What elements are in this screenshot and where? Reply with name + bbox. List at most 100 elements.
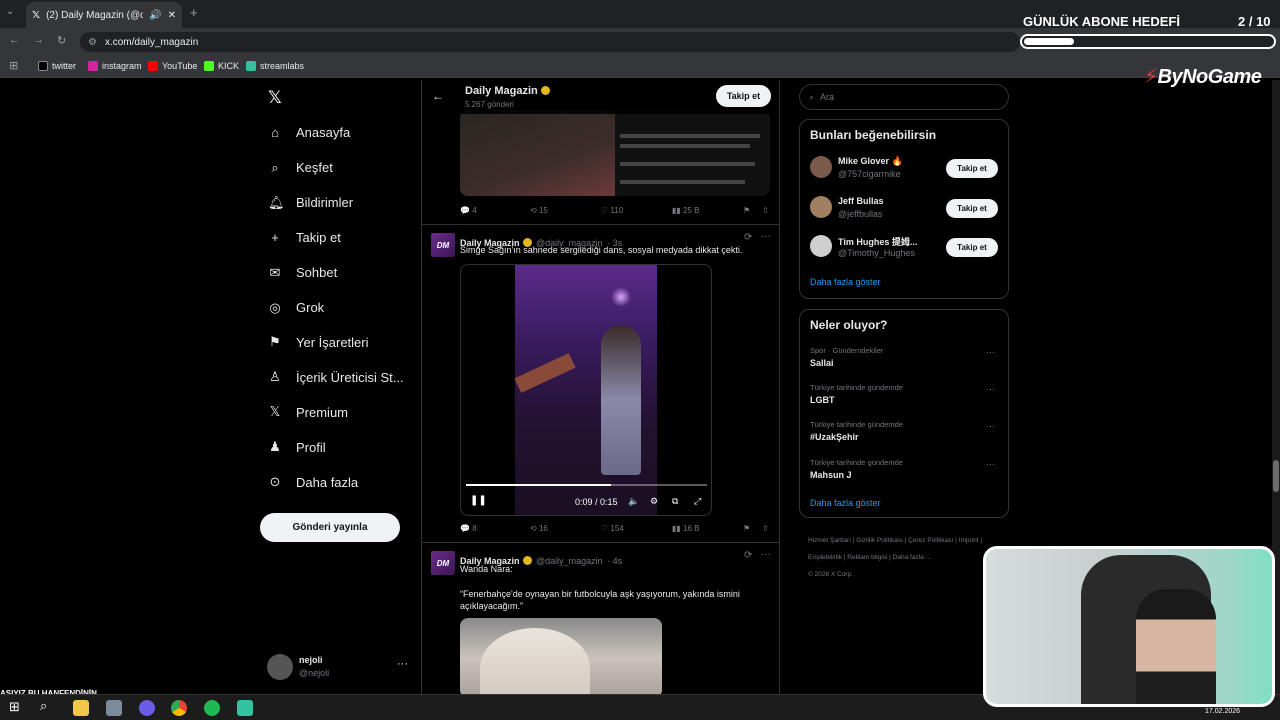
taskbar-search-icon[interactable]: ⌕ [40,698,47,714]
trend-more-icon[interactable]: ··· [986,384,995,394]
tweet3-more-icon[interactable]: ··· [761,549,771,560]
bookmark-streamlabs[interactable]: streamlabs [246,61,304,71]
nav-item-7[interactable]: ♙ İçerik Üreticisi St... [268,369,404,385]
tweet1-share-icon[interactable]: ⇧ [762,206,769,215]
pause-icon[interactable]: ❚❚ [470,495,487,506]
trend-more-icon[interactable]: ··· [986,421,995,431]
bookmark-kick[interactable]: KICK [204,61,239,71]
nav-item-3[interactable]: + Takip et [268,230,341,245]
footer-more[interactable]: Daha fazla ... [893,554,931,561]
bookmark-twitter[interactable]: twitter [38,61,76,71]
scrollbar-thumb[interactable] [1273,460,1279,492]
nav-item-label: İçerik Üreticisi St... [296,369,404,385]
tweet1-image[interactable] [460,110,770,196]
nav-item-10[interactable]: ⊙ Daha fazla [268,474,359,490]
trend-name[interactable]: Mahsun J [810,470,852,480]
nav-item-6[interactable]: ⚑ Yer İşaretleri [268,334,368,350]
volume-icon[interactable]: 🔈 [628,496,639,507]
bookmark-instagram[interactable]: instagram [88,61,142,71]
suggestion-avatar[interactable] [810,235,832,257]
x-logo-icon[interactable]: 𝕏 [268,88,282,108]
suggest-show-more[interactable]: Daha fazla göster [810,277,881,287]
back-arrow-icon[interactable]: ← [432,89,444,103]
account-more-icon[interactable]: ··· [397,658,408,670]
grok-icon[interactable]: ⟳ [744,550,752,561]
footer-imprint[interactable]: Imprint [959,537,979,544]
app-icon[interactable] [106,700,122,716]
pip-icon[interactable]: ⧉ [672,496,678,507]
reload-icon[interactable]: ↻ [57,34,66,47]
suggestion-handle[interactable]: @Timothy_Hughes [838,248,915,258]
tweet2-video[interactable]: ❚❚ 0:09 / 0:15 🔈 ⚙ ⧉ ⤢ [460,264,712,516]
trends-show-more[interactable]: Daha fazla göster [810,498,881,508]
footer-ads-info[interactable]: Reklam bilgisi [847,554,887,561]
suggestion-handle[interactable]: @757cigarmike [838,169,901,179]
bookmark-youtube[interactable]: YouTube [148,61,197,71]
grok-icon[interactable]: ⟳ [744,232,752,243]
nav-item-2[interactable]: 🔔︎ Bildirimler [268,195,353,211]
tweet2-views[interactable]: ▮▮ 16 B [672,524,700,533]
tab-close-icon[interactable]: ✕ [168,10,176,21]
forward-icon[interactable]: → [33,34,44,46]
profile-follow-button[interactable]: Takip et [716,85,771,107]
tweet1-retweet[interactable]: ⟲ 15 [530,206,548,215]
trend-name[interactable]: Sallai [810,358,834,368]
nav-item-5[interactable]: ◎ Grok [268,300,324,316]
tweet2-retweet[interactable]: ⟲ 16 [530,524,548,533]
person-icon: ♟ [269,439,281,455]
fullscreen-icon[interactable]: ⤢ [694,496,701,507]
footer-cookies[interactable]: Çerez Politikası [908,537,953,544]
nav-item-8[interactable]: 𝕏 Premium [268,404,348,420]
suggestion-avatar[interactable] [810,195,832,218]
nav-item-9[interactable]: ♟ Profil [268,439,325,455]
trend-name[interactable]: #UzakŞehir [810,432,859,442]
tweet3-avatar[interactable]: DM [431,551,455,575]
search-box[interactable]: ⌕ Ara [799,84,1009,110]
file-explorer-icon[interactable] [73,700,89,716]
settings-icon[interactable]: ⚙ [650,496,658,507]
tweet2-share-icon[interactable]: ⇧ [762,524,769,533]
post-button[interactable]: Gönderi yayınla [260,513,400,542]
footer-accessibility[interactable]: Erişilebilirlik [808,554,842,561]
spotify-icon[interactable] [204,700,220,716]
tab-search-icon[interactable]: ⌄ [6,6,14,17]
nav-item-1[interactable]: ⌕ Keşfet [268,160,333,176]
trend-name[interactable]: LGBT [810,395,835,405]
tweet2-like[interactable]: ♡ 154 [601,524,624,533]
account-avatar[interactable] [267,654,293,680]
suggestion-name[interactable]: Tim Hughes 提姆... [838,235,938,248]
app-icon[interactable] [139,700,155,716]
tweet1-views[interactable]: ▮▮ 25 B [672,206,700,215]
trend-more-icon[interactable]: ··· [986,347,995,357]
chrome-icon[interactable] [171,700,187,716]
tweet1-like[interactable]: ♡ 110 [601,206,623,215]
suggestion-follow-button[interactable]: Takip et [946,198,998,218]
windows-start-icon[interactable]: ⊞ [9,699,20,715]
suggestion-follow-button[interactable]: Takip et [946,238,998,257]
suggestion-follow-button[interactable]: Takip et [946,159,998,178]
site-info-icon[interactable]: ⚙ [88,37,97,48]
tweet1-reply[interactable]: 💬 4 [460,206,477,215]
url-field[interactable]: ⚙ x.com/daily_magazin [80,32,1020,52]
nav-item-4[interactable]: ✉ Sohbet [268,265,338,281]
new-tab-button[interactable]: + [190,5,198,20]
tweet1-bookmark-icon[interactable]: ⚑ [743,206,750,215]
back-icon[interactable]: ← [9,34,20,46]
suggestion-handle[interactable]: @jeffbullas [838,209,883,219]
nav-item-0[interactable]: ⌂ Anasayfa [268,125,350,140]
suggestion-name[interactable]: Jeff Bullas [838,196,938,206]
divider [422,542,779,543]
suggestion-name[interactable]: Mike Glover 🔥 [838,156,938,167]
suggestion-avatar[interactable] [810,156,832,178]
tweet2-more-icon[interactable]: ··· [761,231,771,242]
tweet2-reply[interactable]: 💬 8 [460,524,477,533]
tweet2-bookmark-icon[interactable]: ⚑ [743,524,750,533]
browser-tab[interactable]: 𝕏 (2) Daily Magazin (@daily_ma... 🔊 ✕ [26,2,182,28]
streamlabs-icon[interactable] [237,700,253,716]
tweet2-avatar[interactable]: DM [431,233,455,257]
footer-terms[interactable]: Hizmet Şartları [808,537,851,544]
apps-icon[interactable]: ⊞ [9,59,18,72]
footer-privacy[interactable]: Gizlilik Politikası [856,537,903,544]
trend-more-icon[interactable]: ··· [986,459,995,469]
tweet3-image[interactable] [460,618,662,694]
